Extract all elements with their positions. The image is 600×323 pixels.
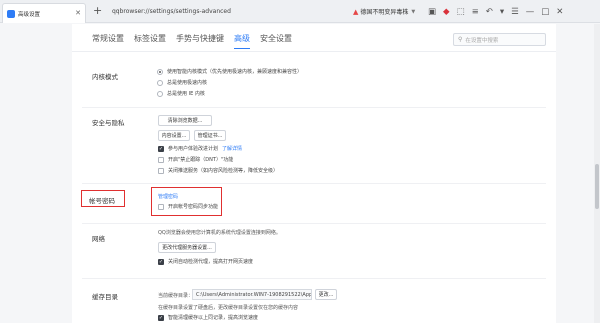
manage-certificates-button[interactable]: 管理证书... (194, 130, 226, 141)
search-icon: ⚲ (458, 36, 463, 43)
undo-icon[interactable]: ↶ (486, 7, 493, 17)
checkbox-unchecked[interactable] (158, 203, 164, 210)
fire-icon: ▲ (353, 7, 359, 16)
chevron-down-icon[interactable]: ▼ (411, 9, 415, 15)
checkbox-label: 关闭推送服务（如内容风险检测等，降低安全级） (168, 168, 279, 174)
settings-nav: 常规设置 标签设置 手势与快捷键 高级 安全设置 ⚲ 在设置中搜索 (72, 24, 556, 52)
kernel-option-label: 总是使用极速内核 (167, 80, 208, 86)
radio-selected[interactable] (157, 68, 163, 75)
settings-search-input[interactable]: ⚲ 在设置中搜索 (453, 33, 546, 46)
dnt-checkbox-row[interactable]: 开启"禁止跟踪（DNT）"功能 (158, 156, 233, 163)
toolbar-icons: ▣ ◆ ⬚ ≡ ↶ ▾ ☰ — □ ✕ (428, 3, 563, 20)
new-tab-button[interactable]: + (93, 5, 102, 16)
network-description: QQ浏览器会使用您计算机的系统代理设置连接到网络。 (158, 230, 281, 236)
network-label: 网络 (92, 235, 105, 243)
tab-close-icon[interactable]: ✕ (75, 10, 81, 17)
proxy-detect-checkbox-row[interactable]: ✓ 关闭自动检测代理，提高打开网页速度 (158, 258, 253, 265)
checkbox-label: 智能清理缓存以上同记录，提高浏览速度 (168, 315, 259, 321)
push-service-checkbox-row[interactable]: 关闭推送服务（如内容风险检测等，降低安全级） (158, 167, 278, 174)
tab-advanced[interactable]: 高级 (234, 33, 250, 49)
minimize-icon[interactable]: — (526, 7, 535, 17)
account-password-label: 帐号密码 (89, 197, 115, 205)
close-icon[interactable]: ✕ (556, 7, 563, 17)
section-divider (82, 107, 546, 108)
smart-cache-checkbox-row[interactable]: ✓ 智能清理缓存以上同记录，提高浏览速度 (158, 314, 258, 321)
settings-tabs: 常规设置 标签设置 手势与快捷键 高级 安全设置 (92, 33, 292, 49)
checkbox-unchecked[interactable] (158, 167, 164, 174)
main-menu-icon[interactable]: ☰ (511, 7, 519, 17)
clear-browsing-data-button[interactable]: 清除浏览数据... (158, 115, 212, 126)
kernel-option-smart[interactable]: 使用智能内核模式（优先使用极速内核，兼顾速度和兼容性） (157, 68, 302, 75)
address-text[interactable]: qqbrowser://settings/settings-advanced (112, 8, 231, 15)
tab-security[interactable]: 安全设置 (260, 33, 292, 49)
cache-path-field[interactable]: C:\Users\Administrator.WIN7-1908291522\A… (192, 289, 312, 300)
kernel-mode-label: 内核模式 (92, 73, 118, 81)
section-divider (82, 278, 546, 279)
kernel-option-ie[interactable]: 总是使用 IE 内核 (157, 90, 205, 97)
tab-title: 高级设置 (18, 11, 41, 18)
dropdown-icon[interactable]: ▾ (500, 7, 504, 17)
password-sync-checkbox-row[interactable]: 开启帐号密码同步功能 (158, 203, 218, 210)
radio-unselected[interactable] (157, 90, 163, 97)
scrollbar-thumb[interactable] (595, 164, 599, 209)
extensions-icon[interactable]: ⬚ (457, 7, 465, 17)
translate-icon[interactable]: ◆ (443, 7, 450, 17)
kernel-option-fast[interactable]: 总是使用极速内核 (157, 79, 207, 86)
tab-tabs[interactable]: 标签设置 (134, 33, 166, 49)
checkbox-label: 开启帐号密码同步功能 (168, 204, 219, 210)
settings-page: 常规设置 标签设置 手势与快捷键 高级 安全设置 ⚲ 在设置中搜索 内核模式 使… (72, 24, 556, 323)
checkbox-checked[interactable]: ✓ (158, 145, 164, 152)
proxy-settings-button[interactable]: 更改代理服务器设置... (158, 242, 216, 253)
ux-program-checkbox-row[interactable]: ✓ 参与用户体验改进计划 了解详情 (158, 145, 242, 152)
learn-more-link[interactable]: 了解详情 (222, 145, 242, 152)
checkbox-checked[interactable]: ✓ (158, 258, 164, 265)
news-ticker-text[interactable]: 德国不明变异毒株 (360, 7, 408, 16)
menu-icon[interactable]: ≡ (472, 7, 479, 17)
checkbox-checked[interactable]: ✓ (158, 314, 164, 321)
current-cache-label: 当前缓存目录： (158, 293, 194, 299)
manage-passwords-link[interactable]: 管理密码 (158, 193, 178, 200)
cache-note: 在缓存目录设置了硬盘后，更改缓存目录设置仅在您的缓存内容 (158, 305, 299, 311)
highlight-box (151, 187, 222, 216)
section-divider (82, 183, 546, 184)
checkbox-unchecked[interactable] (158, 156, 164, 163)
kernel-option-label: 使用智能内核模式（优先使用极速内核，兼顾速度和兼容性） (167, 69, 303, 75)
section-divider (82, 223, 546, 224)
settings-page-icon (7, 9, 15, 18)
tab-gestures-shortcuts[interactable]: 手势与快捷键 (176, 33, 224, 49)
checkbox-label: 关闭自动检测代理，提高打开网页速度 (168, 259, 254, 265)
tab-general[interactable]: 常规设置 (92, 33, 124, 49)
tab-advanced-settings[interactable]: 高级设置 ✕ (2, 3, 86, 23)
maximize-icon[interactable]: □ (541, 7, 549, 17)
cache-directory-label: 缓存目录 (92, 293, 118, 301)
checkbox-label: 参与用户体验改进计划 (168, 146, 219, 152)
radio-unselected[interactable] (157, 79, 163, 86)
change-cache-button[interactable]: 更改... (315, 289, 337, 300)
page-scrollbar[interactable] (594, 24, 600, 323)
address-bar[interactable]: qqbrowser://settings/settings-advanced (112, 4, 231, 19)
search-placeholder[interactable]: 在设置中搜索 (465, 36, 498, 44)
browser-titlebar: 高级设置 ✕ + qqbrowser://settings/settings-a… (0, 0, 600, 23)
security-privacy-label: 安全与隐私 (92, 119, 125, 127)
kernel-option-label: 总是使用 IE 内核 (167, 91, 205, 97)
news-ticker[interactable]: ▲ 德国不明变异毒株 ▼ (350, 2, 418, 21)
content-settings-button[interactable]: 内容设置... (158, 130, 190, 141)
checkbox-label: 开启"禁止跟踪（DNT）"功能 (168, 157, 234, 163)
qr-icon[interactable]: ▣ (428, 7, 436, 17)
